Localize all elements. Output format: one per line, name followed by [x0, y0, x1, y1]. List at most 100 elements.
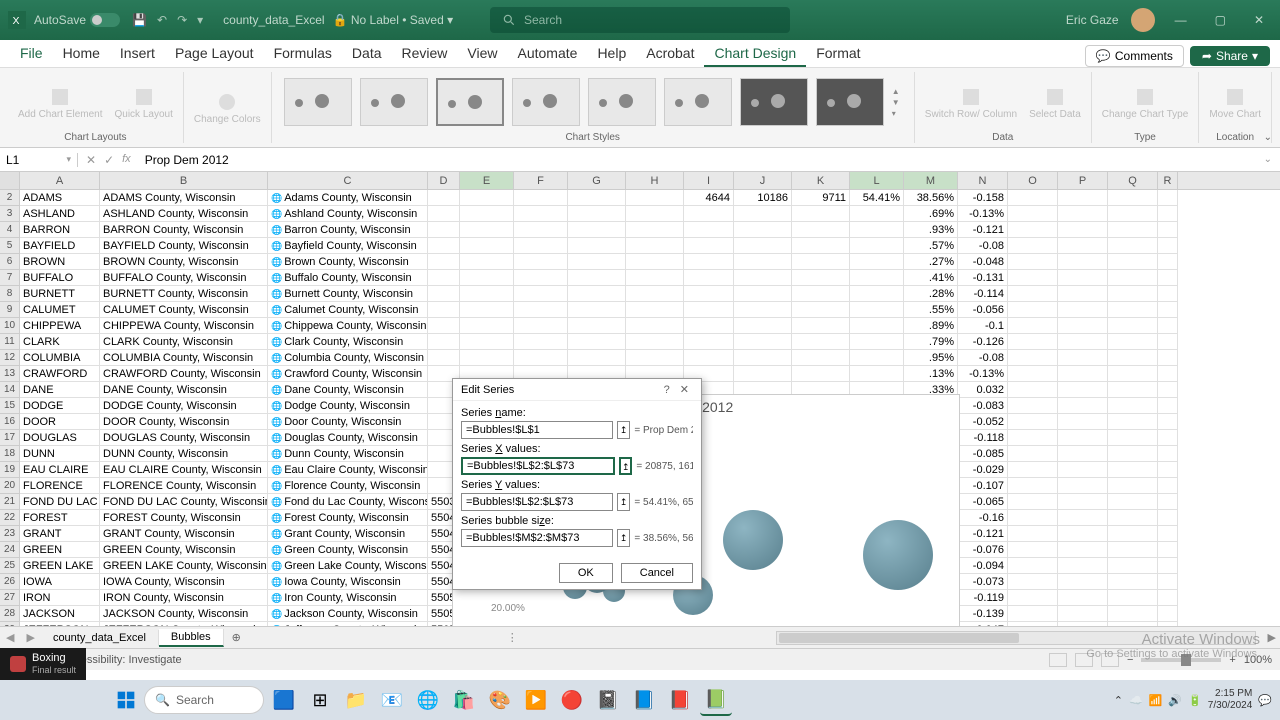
- cell[interactable]: [1058, 574, 1108, 590]
- cell[interactable]: [1158, 398, 1178, 414]
- cell[interactable]: [1158, 446, 1178, 462]
- cell[interactable]: [1158, 366, 1178, 382]
- row-header[interactable]: 23: [0, 526, 20, 542]
- cell[interactable]: [1158, 382, 1178, 398]
- cell[interactable]: [1008, 590, 1058, 606]
- task-view-icon[interactable]: ⊞: [304, 684, 336, 716]
- col-header-P[interactable]: P: [1058, 172, 1108, 189]
- cell[interactable]: [792, 318, 850, 334]
- series-size-input[interactable]: [461, 529, 613, 547]
- cell[interactable]: JEFFERSON County, Wisconsin: [100, 622, 268, 626]
- view-page-break-icon[interactable]: [1101, 653, 1119, 667]
- cell[interactable]: [460, 286, 514, 302]
- cell[interactable]: DOUGLAS: [20, 430, 100, 446]
- accept-formula-icon[interactable]: ✓: [104, 153, 114, 167]
- cell[interactable]: [792, 286, 850, 302]
- cell[interactable]: Eau Claire County, Wisconsin: [268, 462, 428, 478]
- cell[interactable]: [514, 302, 568, 318]
- tray-chevron-icon[interactable]: ⌃: [1114, 694, 1123, 707]
- cell[interactable]: [1158, 350, 1178, 366]
- chart-style-3[interactable]: [436, 78, 504, 126]
- cell[interactable]: [1158, 302, 1178, 318]
- cell[interactable]: [1008, 238, 1058, 254]
- cell[interactable]: GREEN County, Wisconsin: [100, 542, 268, 558]
- cell[interactable]: [568, 254, 626, 270]
- share-button[interactable]: ➦ Share ▾: [1190, 46, 1270, 66]
- cell[interactable]: Adams County, Wisconsin: [268, 190, 428, 206]
- cell[interactable]: [1108, 382, 1158, 398]
- excel-taskbar-icon[interactable]: 📗: [700, 684, 732, 716]
- cell[interactable]: [1158, 222, 1178, 238]
- cell[interactable]: CRAWFORD: [20, 366, 100, 382]
- cell[interactable]: GREEN LAKE: [20, 558, 100, 574]
- cell[interactable]: [1058, 590, 1108, 606]
- cell[interactable]: Clark County, Wisconsin: [268, 334, 428, 350]
- cell[interactable]: [684, 254, 734, 270]
- cell[interactable]: [1058, 334, 1108, 350]
- zoom-in-icon[interactable]: +: [1229, 654, 1235, 666]
- cell[interactable]: -0.119: [958, 590, 1008, 606]
- cell[interactable]: [1158, 494, 1178, 510]
- cell[interactable]: [684, 286, 734, 302]
- cell[interactable]: [1058, 414, 1108, 430]
- cell[interactable]: [792, 334, 850, 350]
- cell[interactable]: [850, 366, 904, 382]
- notifications-icon[interactable]: 💬: [1258, 694, 1272, 707]
- cell[interactable]: [792, 270, 850, 286]
- tab-insert[interactable]: Insert: [110, 41, 165, 67]
- tab-automate[interactable]: Automate: [508, 41, 588, 67]
- cell[interactable]: [1058, 270, 1108, 286]
- cell[interactable]: Douglas County, Wisconsin: [268, 430, 428, 446]
- autosave-toggle[interactable]: AutoSave: [34, 13, 120, 27]
- user-name[interactable]: Eric Gaze: [1066, 13, 1119, 27]
- cell[interactable]: [734, 222, 792, 238]
- col-header-Q[interactable]: Q: [1108, 172, 1158, 189]
- news-toast[interactable]: Boxing Final result: [0, 648, 86, 680]
- cell[interactable]: CALUMET County, Wisconsin: [100, 302, 268, 318]
- cell[interactable]: [428, 222, 460, 238]
- cell[interactable]: [460, 334, 514, 350]
- col-header-A[interactable]: A: [20, 172, 100, 189]
- col-header-B[interactable]: B: [100, 172, 268, 189]
- cell[interactable]: CHIPPEWA County, Wisconsin: [100, 318, 268, 334]
- cell[interactable]: [1108, 526, 1158, 542]
- chart-style-7[interactable]: [740, 78, 808, 126]
- formula-expand-icon[interactable]: ⌄: [1256, 154, 1280, 165]
- sensitivity-label[interactable]: 🔒 No Label • Saved ▾: [333, 13, 454, 27]
- cell[interactable]: [1008, 414, 1058, 430]
- col-header-J[interactable]: J: [734, 172, 792, 189]
- cell[interactable]: [1158, 478, 1178, 494]
- cell[interactable]: [1058, 606, 1108, 622]
- cell[interactable]: [1108, 318, 1158, 334]
- cell[interactable]: IRON County, Wisconsin: [100, 590, 268, 606]
- cell[interactable]: [460, 302, 514, 318]
- tab-format[interactable]: Format: [806, 41, 870, 67]
- cell[interactable]: [460, 206, 514, 222]
- cell[interactable]: -0.047: [958, 622, 1008, 626]
- cell[interactable]: [1108, 574, 1158, 590]
- cell[interactable]: BAYFIELD County, Wisconsin: [100, 238, 268, 254]
- cell[interactable]: [1158, 574, 1178, 590]
- row-header[interactable]: 9: [0, 302, 20, 318]
- cell[interactable]: [1108, 238, 1158, 254]
- zoom-level[interactable]: 100%: [1244, 654, 1272, 666]
- cell[interactable]: [568, 238, 626, 254]
- redo-icon[interactable]: ↷: [177, 13, 187, 27]
- tab-page-layout[interactable]: Page Layout: [165, 41, 264, 67]
- row-header[interactable]: 6: [0, 254, 20, 270]
- cell[interactable]: 54.41%: [850, 190, 904, 206]
- ribbon-collapse-icon[interactable]: ⌄: [1264, 132, 1272, 143]
- tab-help[interactable]: Help: [587, 41, 636, 67]
- col-header-C[interactable]: C: [268, 172, 428, 189]
- cell[interactable]: [514, 270, 568, 286]
- cell[interactable]: BUFFALO: [20, 270, 100, 286]
- cell[interactable]: CHIPPEWA: [20, 318, 100, 334]
- cell[interactable]: Calumet County, Wisconsin: [268, 302, 428, 318]
- row-header[interactable]: 17: [0, 430, 20, 446]
- cell[interactable]: [1108, 398, 1158, 414]
- cell[interactable]: -0.126: [958, 334, 1008, 350]
- cell[interactable]: [734, 350, 792, 366]
- cell[interactable]: [1108, 206, 1158, 222]
- cell[interactable]: [626, 222, 684, 238]
- cell[interactable]: -0.065: [958, 494, 1008, 510]
